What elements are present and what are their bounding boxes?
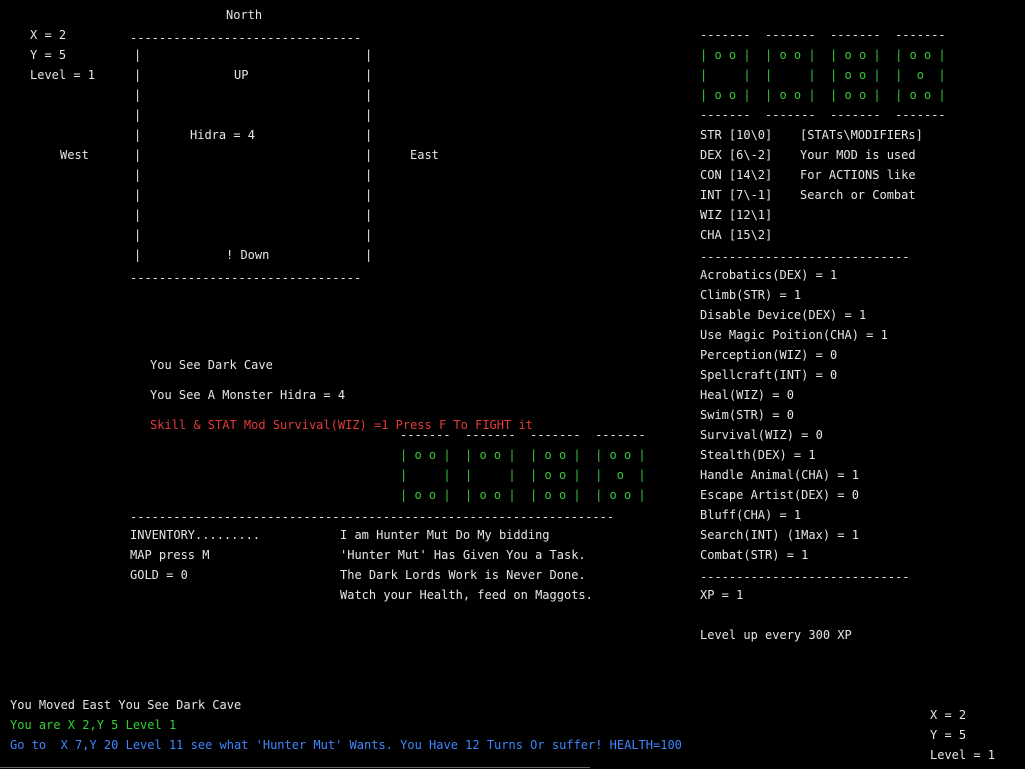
stats-note: Search or Combat — [800, 188, 916, 202]
dice-row: | o o | | o o | | o o | | o o | — [700, 88, 946, 102]
map-up-stairs: UP — [234, 68, 249, 82]
dice-row: | o o | | o o | | o o | | o o | — [700, 48, 946, 62]
map-wall-left: | — [134, 48, 142, 62]
dice-border-top: ------- ------- ------- ------- — [700, 28, 946, 42]
coord-y: Y = 5 — [30, 48, 67, 62]
map-wall-right: | — [365, 208, 373, 222]
stats-note: [STATs\MODIFIERs] — [800, 128, 923, 142]
stats-note: For ACTIONS like — [800, 168, 916, 182]
map-wall-right: | — [365, 248, 373, 262]
map-top-border: -------------------------------- — [130, 31, 362, 45]
map-wall-right: | — [365, 88, 373, 102]
section-divider: ----------------------------------------… — [130, 510, 615, 524]
stat-cha: CHA [15\2] — [700, 228, 773, 242]
compass-east: East — [410, 148, 439, 162]
msg-see-cave: You See Dark Cave — [150, 358, 273, 372]
level-up-note: Level up every 300 XP — [700, 628, 852, 642]
coord-y-bottom: Y = 5 — [930, 728, 967, 742]
skill-item: Disable Device(DEX) = 1 — [700, 308, 867, 322]
dice-row: | o o | | o o | | o o | | o o | — [400, 488, 646, 502]
map-wall-left: | — [134, 168, 142, 182]
skill-item: Bluff(CHA) = 1 — [700, 508, 802, 522]
dice-row: | o o | | o o | | o o | | o o | — [400, 448, 646, 462]
skill-item: Use Magic Poition(CHA) = 1 — [700, 328, 888, 342]
xp-value: XP = 1 — [700, 588, 744, 602]
skills-rule-bottom: ----------------------------- — [700, 570, 910, 584]
stat-dex: DEX [6\-2] — [700, 148, 773, 162]
map-wall-left: | — [134, 148, 142, 162]
map-wall-left: | — [134, 248, 142, 262]
skill-item: Perception(WIZ) = 0 — [700, 348, 838, 362]
map-wall-left: | — [134, 228, 142, 242]
story-line: Watch your Health, feed on Maggots. — [340, 588, 593, 602]
gold-count: GOLD = 0 — [130, 568, 188, 582]
map-wall-left: | — [134, 208, 142, 222]
stats-note: Your MOD is used — [800, 148, 916, 162]
map-hint: MAP press M — [130, 548, 210, 562]
dice-row: | | | | | o o | | o | — [700, 68, 946, 82]
story-line: 'Hunter Mut' Has Given You a Task. — [340, 548, 586, 562]
bottom-scroll-edge — [0, 767, 590, 768]
story-line: The Dark Lords Work is Never Done. — [340, 568, 586, 582]
stat-int: INT [7\-1] — [700, 188, 773, 202]
map-wall-right: | — [365, 228, 373, 242]
coord-x: X = 2 — [30, 28, 67, 42]
skill-item: Stealth(DEX) = 1 — [700, 448, 816, 462]
map-wall-left: | — [134, 88, 142, 102]
log-position: You are X 2,Y 5 Level 1 — [10, 718, 177, 732]
map-wall-right: | — [365, 68, 373, 82]
coord-level-bottom: Level = 1 — [930, 748, 996, 762]
map-wall-right: | — [365, 168, 373, 182]
skills-rule-top: ----------------------------- — [700, 250, 910, 264]
compass-west: West — [60, 148, 89, 162]
dice-border-top: ------- ------- ------- ------- — [400, 428, 646, 442]
skill-item: Handle Animal(CHA) = 1 — [700, 468, 859, 482]
map-wall-right: | — [365, 108, 373, 122]
map-wall-right: | — [365, 148, 373, 162]
skill-item: Escape Artist(DEX) = 0 — [700, 488, 859, 502]
skill-item: Heal(WIZ) = 0 — [700, 388, 794, 402]
map-wall-right: | — [365, 188, 373, 202]
skill-item: Spellcraft(INT) = 0 — [700, 368, 838, 382]
compass-north: North — [226, 8, 263, 22]
skill-item: Swim(STR) = 0 — [700, 408, 794, 422]
skill-item: Combat(STR) = 1 — [700, 548, 809, 562]
dice-border-bottom: ------- ------- ------- ------- — [700, 108, 946, 122]
stat-con: CON [14\2] — [700, 168, 773, 182]
inventory-title: INVENTORY......... — [130, 528, 261, 542]
map-wall-left: | — [134, 68, 142, 82]
map-down-stairs: ! Down — [226, 248, 270, 262]
coord-level: Level = 1 — [30, 68, 96, 82]
map-wall-right: | — [365, 128, 373, 142]
log-moved: You Moved East You See Dark Cave — [10, 698, 242, 712]
skill-item: Climb(STR) = 1 — [700, 288, 802, 302]
skill-item: Survival(WIZ) = 0 — [700, 428, 823, 442]
skill-item: Acrobatics(DEX) = 1 — [700, 268, 838, 282]
story-line: I am Hunter Mut Do My bidding — [340, 528, 550, 542]
stat-str: STR [10\0] — [700, 128, 773, 142]
map-wall-right: | — [365, 48, 373, 62]
coord-x-bottom: X = 2 — [930, 708, 967, 722]
map-wall-left: | — [134, 128, 142, 142]
map-monster: Hidra = 4 — [190, 128, 256, 142]
map-wall-left: | — [134, 188, 142, 202]
skill-item: Search(INT) (1Max) = 1 — [700, 528, 859, 542]
dice-row: | | | | | o o | | o | — [400, 468, 646, 482]
msg-see-monster: You See A Monster Hidra = 4 — [150, 388, 346, 402]
map-wall-left: | — [134, 108, 142, 122]
map-bottom-border: -------------------------------- — [130, 271, 362, 285]
stat-wiz: WIZ [12\1] — [700, 208, 773, 222]
log-goal: Go to X 7,Y 20 Level 11 see what 'Hunter… — [10, 738, 682, 752]
